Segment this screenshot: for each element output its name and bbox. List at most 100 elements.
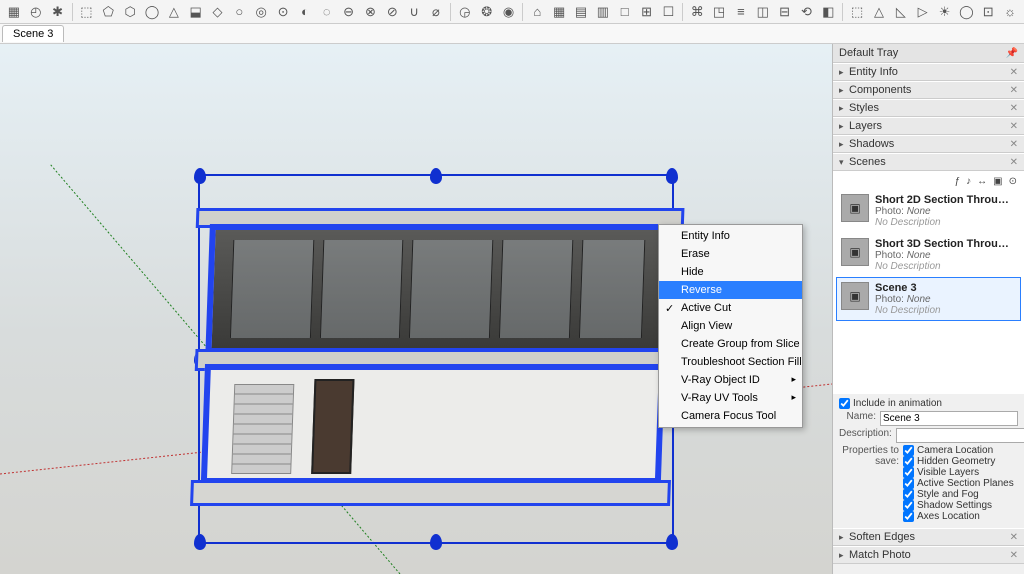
- scene-name-input[interactable]: [880, 411, 1018, 426]
- toolbar-tool-36[interactable]: ◧: [818, 2, 838, 22]
- toolbar-tool-15[interactable]: ⊖: [339, 2, 359, 22]
- toolbar-tool-37[interactable]: ⬚: [847, 2, 867, 22]
- toolbar-tool-8[interactable]: ⬓: [186, 2, 206, 22]
- prop-style-and-fog-checkbox[interactable]: [903, 489, 914, 500]
- prop-axes-location-checkbox[interactable]: [903, 511, 914, 522]
- door: [311, 379, 354, 474]
- toolbar-tool-22[interactable]: ◉: [499, 2, 519, 22]
- toolbar-tool-7[interactable]: △: [164, 2, 184, 22]
- scene-tab-bar: Scene 3: [0, 24, 1024, 44]
- scene-item-1[interactable]: ▣ Short 2D Section Through Bed… Photo: N…: [836, 189, 1021, 233]
- toolbar-tool-24[interactable]: ▦: [549, 2, 569, 22]
- scenes-panel-body: ƒ ♪ ↔ ▣ ⊙ ▣ Short 2D Section Through Bed…: [833, 171, 1024, 394]
- toolbar-tool-0[interactable]: ▦: [4, 2, 24, 22]
- toolbar-tool-25[interactable]: ▤: [571, 2, 591, 22]
- panel-styles[interactable]: ▸Styles✕: [833, 99, 1024, 117]
- toolbar-tool-14[interactable]: ◌: [317, 2, 337, 22]
- base-slab: [190, 480, 671, 506]
- panel-match-photo[interactable]: ▸Match Photo✕: [833, 546, 1024, 564]
- scenes-tool-add[interactable]: ƒ: [955, 176, 961, 187]
- panel-layers[interactable]: ▸Layers✕: [833, 117, 1024, 135]
- toolbar-tool-33[interactable]: ◫: [753, 2, 773, 22]
- prop-visible-layers-checkbox[interactable]: [903, 467, 914, 478]
- panel-scenes[interactable]: ▾Scenes✕: [833, 153, 1024, 171]
- toolbar-tool-29[interactable]: ☐: [658, 2, 678, 22]
- tray-title[interactable]: Default Tray 📌: [833, 44, 1024, 63]
- context-v-ray-uv-tools[interactable]: V-Ray UV Tools▸: [659, 389, 802, 407]
- scene-desc-input[interactable]: [896, 428, 1024, 443]
- main-toolbar: ▦◴✱⬚⬠⬡◯△⬓◇○◎⊙◐◌⊖⊗⊘∪⌀◶❂◉⌂▦▤▥□⊞☐⌘◳≡◫⊟⟲◧⬚△◺…: [0, 0, 1024, 24]
- toolbar-tool-32[interactable]: ≡: [731, 2, 751, 22]
- scene-title: Short 3D Section Through Bed…: [875, 238, 1015, 250]
- prop-active-section-planes-checkbox[interactable]: [903, 478, 914, 489]
- toolbar-tool-26[interactable]: ▥: [593, 2, 613, 22]
- toolbar-tool-34[interactable]: ⊟: [775, 2, 795, 22]
- context-v-ray-object-id[interactable]: V-Ray Object ID▸: [659, 371, 802, 389]
- scenes-toolbar: ƒ ♪ ↔ ▣ ⊙: [836, 174, 1021, 189]
- context-camera-focus-tool[interactable]: Camera Focus Tool: [659, 407, 802, 425]
- toolbar-tool-11[interactable]: ◎: [251, 2, 271, 22]
- toolbar-tool-1[interactable]: ◴: [26, 2, 46, 22]
- toolbar-tool-31[interactable]: ◳: [709, 2, 729, 22]
- toolbar-tool-20[interactable]: ◶: [455, 2, 475, 22]
- building-model[interactable]: [200, 224, 670, 504]
- toolbar-tool-18[interactable]: ∪: [404, 2, 424, 22]
- context-troubleshoot-section-fill[interactable]: Troubleshoot Section Fill: [659, 353, 802, 371]
- toolbar-tool-35[interactable]: ⟲: [797, 2, 817, 22]
- toolbar-tool-41[interactable]: ☀: [935, 2, 955, 22]
- toolbar-tool-9[interactable]: ◇: [208, 2, 228, 22]
- scene-item-2[interactable]: ▣ Short 3D Section Through Bed… Photo: N…: [836, 233, 1021, 277]
- scene-title: Short 2D Section Through Bed…: [875, 194, 1015, 206]
- scene-tab[interactable]: Scene 3: [2, 25, 64, 42]
- toolbar-tool-12[interactable]: ⊙: [273, 2, 293, 22]
- prop-camera-location-checkbox[interactable]: [903, 445, 914, 456]
- context-erase[interactable]: Erase: [659, 245, 802, 263]
- prop-shadow-settings-checkbox[interactable]: [903, 500, 914, 511]
- scenes-tool-view[interactable]: ▣: [993, 176, 1002, 187]
- panel-components[interactable]: ▸Components✕: [833, 81, 1024, 99]
- toolbar-tool-3[interactable]: ⬚: [77, 2, 97, 22]
- scenes-tool-remove[interactable]: ♪: [966, 176, 971, 187]
- scenes-tool-move[interactable]: ↔: [977, 176, 987, 187]
- upper-floor: [205, 224, 670, 354]
- toolbar-tool-6[interactable]: ◯: [142, 2, 162, 22]
- toolbar-tool-10[interactable]: ○: [229, 2, 249, 22]
- context-reverse[interactable]: Reverse: [659, 281, 802, 299]
- toolbar-tool-28[interactable]: ⊞: [637, 2, 657, 22]
- tray-title-label: Default Tray: [839, 47, 898, 59]
- toolbar-tool-23[interactable]: ⌂: [527, 2, 547, 22]
- toolbar-tool-17[interactable]: ⊘: [382, 2, 402, 22]
- pin-icon[interactable]: 📌: [1006, 48, 1018, 59]
- toolbar-tool-19[interactable]: ⌀: [426, 2, 446, 22]
- toolbar-tool-44[interactable]: ☼: [1000, 2, 1020, 22]
- scene-thumb-icon: ▣: [841, 238, 869, 266]
- toolbar-tool-5[interactable]: ⬡: [120, 2, 140, 22]
- include-animation-checkbox[interactable]: [839, 398, 850, 409]
- scene-thumb-icon: ▣: [841, 282, 869, 310]
- toolbar-tool-40[interactable]: ▷: [913, 2, 933, 22]
- toolbar-tool-4[interactable]: ⬠: [98, 2, 118, 22]
- toolbar-tool-16[interactable]: ⊗: [361, 2, 381, 22]
- context-align-view[interactable]: Align View: [659, 317, 802, 335]
- toolbar-tool-38[interactable]: △: [869, 2, 889, 22]
- toolbar-tool-27[interactable]: □: [615, 2, 635, 22]
- toolbar-tool-42[interactable]: ◯: [956, 2, 976, 22]
- toolbar-tool-21[interactable]: ❂: [477, 2, 497, 22]
- scenes-tool-menu[interactable]: ⊙: [1009, 176, 1017, 187]
- panel-soften-edges[interactable]: ▸Soften Edges✕: [833, 528, 1024, 546]
- context-hide[interactable]: Hide: [659, 263, 802, 281]
- context-create-group-from-slice[interactable]: Create Group from Slice: [659, 335, 802, 353]
- panel-entity-info[interactable]: ▸Entity Info✕: [833, 63, 1024, 81]
- panel-shadows[interactable]: ▸Shadows✕: [833, 135, 1024, 153]
- toolbar-tool-2[interactable]: ✱: [48, 2, 68, 22]
- toolbar-tool-43[interactable]: ⊡: [978, 2, 998, 22]
- viewport-3d[interactable]: Entity InfoEraseHideReverseActive Cut✓Al…: [0, 44, 832, 574]
- context-entity-info[interactable]: Entity Info: [659, 227, 802, 245]
- toolbar-tool-39[interactable]: ◺: [891, 2, 911, 22]
- prop-hidden-geometry-checkbox[interactable]: [903, 456, 914, 467]
- context-active-cut[interactable]: Active Cut✓: [659, 299, 802, 317]
- toolbar-tool-13[interactable]: ◐: [295, 2, 315, 22]
- toolbar-tool-30[interactable]: ⌘: [687, 2, 707, 22]
- scene-item-3[interactable]: ▣ Scene 3 Photo: None No Description: [836, 277, 1021, 321]
- context-menu: Entity InfoEraseHideReverseActive Cut✓Al…: [658, 224, 803, 428]
